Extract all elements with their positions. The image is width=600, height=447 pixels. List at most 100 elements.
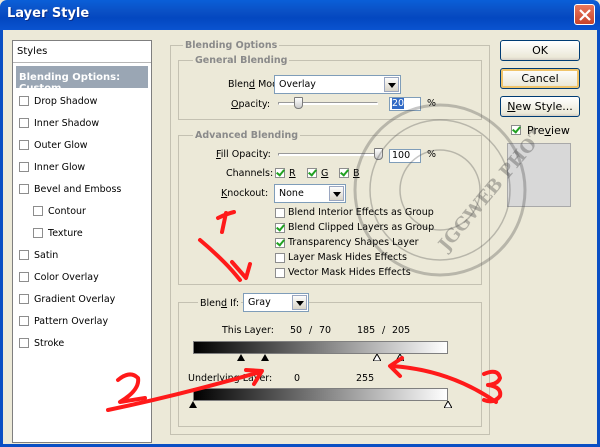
preview-label: Preview: [527, 124, 570, 137]
preview-swatch: [507, 143, 571, 207]
chevron-down-icon[interactable]: [329, 186, 344, 201]
fill-opacity-slider-track[interactable]: [278, 153, 378, 156]
style-checkbox[interactable]: [19, 294, 29, 304]
underlying-black-value: 0: [294, 373, 301, 384]
underlying-black-handle[interactable]: [189, 401, 197, 408]
blend-mode-select[interactable]: Overlay: [274, 75, 401, 94]
style-checkbox[interactable]: [19, 118, 29, 128]
style-item-label: Stroke: [34, 337, 65, 349]
this-layer-white-high: 205: [392, 325, 411, 336]
this-layer-label: This Layer:: [222, 325, 274, 336]
style-item[interactable]: Stroke: [19, 332, 64, 354]
style-checkbox[interactable]: [19, 162, 29, 172]
chevron-down-icon[interactable]: [384, 77, 399, 92]
channel-label: G: [321, 168, 329, 179]
blend-mode-value: Overlay: [279, 79, 316, 90]
opacity-input[interactable]: 20: [389, 97, 421, 111]
style-item[interactable]: Contour: [33, 200, 86, 222]
channel-checkbox[interactable]: [275, 168, 285, 178]
advanced-option-label: Vector Mask Hides Effects: [288, 267, 411, 278]
fill-opacity-label: Fill Opacity:: [216, 149, 271, 160]
this-layer-black-high-handle[interactable]: [261, 354, 269, 361]
underlying-layer-label: Underlying Layer:: [188, 373, 273, 384]
blend-if-label: Blend If:: [198, 298, 242, 309]
channel-checkbox[interactable]: [339, 168, 349, 178]
general-blending-title: General Blending: [193, 55, 290, 66]
style-checkbox[interactable]: [19, 96, 29, 106]
this-layer-white-low-handle[interactable]: [373, 354, 381, 361]
style-item[interactable]: Texture: [33, 222, 83, 244]
this-layer-black-low-handle[interactable]: [237, 354, 245, 361]
style-item[interactable]: Inner Glow: [19, 156, 85, 178]
this-layer-black-low: 50: [290, 325, 303, 336]
underlying-white-handle[interactable]: [444, 401, 452, 408]
styles-item-blending-options[interactable]: Blending Options: Custom: [15, 65, 149, 94]
channel-label: R: [289, 168, 296, 179]
advanced-option-checkbox[interactable]: [275, 253, 285, 263]
underlying-gradient: [193, 388, 448, 401]
style-checkbox[interactable]: [19, 250, 29, 260]
this-layer-white-high-handle[interactable]: [396, 354, 404, 361]
cancel-button[interactable]: Cancel: [500, 68, 580, 89]
opacity-slider-track[interactable]: [278, 102, 378, 105]
this-layer-white-low: 185: [357, 325, 376, 336]
style-item-label: Inner Shadow: [34, 117, 100, 129]
style-checkbox[interactable]: [33, 206, 43, 216]
title-bar: Layer Style: [0, 0, 600, 30]
style-checkbox[interactable]: [19, 140, 29, 150]
fill-opacity-value: 100: [392, 150, 411, 161]
advanced-option-label: Transparency Shapes Layer: [288, 237, 419, 248]
close-icon: [579, 9, 591, 21]
preview-checkbox[interactable]: [511, 125, 521, 135]
style-item-label: Bevel and Emboss: [34, 183, 122, 195]
advanced-option-checkbox[interactable]: [275, 223, 285, 233]
channel-checkbox[interactable]: [307, 168, 317, 178]
advanced-option-checkbox[interactable]: [275, 268, 285, 278]
style-item[interactable]: Inner Shadow: [19, 112, 99, 134]
advanced-option-label: Layer Mask Hides Effects: [288, 252, 407, 263]
style-item-label: Color Overlay: [34, 271, 99, 283]
channels-label: Channels:: [226, 168, 274, 179]
opacity-unit: %: [427, 98, 437, 109]
blend-if-select[interactable]: Gray: [243, 293, 309, 312]
advanced-option-checkbox[interactable]: [275, 208, 285, 218]
style-checkbox[interactable]: [19, 272, 29, 282]
style-item[interactable]: Pattern Overlay: [19, 310, 108, 332]
chevron-down-icon[interactable]: [292, 295, 307, 310]
this-layer-slash: /: [382, 325, 386, 336]
style-checkbox[interactable]: [33, 228, 43, 238]
underlying-white-value: 255: [356, 373, 375, 384]
knockout-label: Knockout:: [221, 188, 269, 199]
blending-options-title: Blending Options: [183, 40, 280, 51]
opacity-label: Opacity:: [231, 99, 271, 110]
ok-button[interactable]: OK: [500, 40, 580, 61]
style-checkbox[interactable]: [19, 338, 29, 348]
style-item[interactable]: Bevel and Emboss: [19, 178, 121, 200]
fill-opacity-slider-thumb[interactable]: [374, 148, 383, 160]
style-item[interactable]: Drop Shadow: [19, 90, 97, 112]
this-layer-black-high: 70: [319, 325, 332, 336]
style-item-label: Texture: [48, 227, 83, 239]
style-item[interactable]: Gradient Overlay: [19, 288, 115, 310]
style-item[interactable]: Satin: [19, 244, 58, 266]
fill-opacity-input[interactable]: 100: [389, 149, 421, 163]
style-item-label: Contour: [48, 205, 86, 217]
blend-if-value: Gray: [248, 297, 271, 308]
knockout-select[interactable]: None: [274, 184, 346, 203]
close-button[interactable]: [574, 4, 595, 25]
advanced-option-label: Blend Interior Effects as Group: [288, 207, 434, 218]
styles-header[interactable]: Styles: [13, 41, 151, 63]
style-item-label: Gradient Overlay: [34, 293, 116, 305]
style-checkbox[interactable]: [19, 316, 29, 326]
new-style-button[interactable]: New Style...: [500, 96, 580, 117]
knockout-value: None: [279, 188, 304, 199]
opacity-slider-thumb[interactable]: [294, 97, 303, 109]
style-item-label: Inner Glow: [34, 161, 86, 173]
advanced-option-checkbox[interactable]: [275, 238, 285, 248]
channel-label: B: [353, 168, 360, 179]
style-item[interactable]: Outer Glow: [19, 134, 88, 156]
advanced-option-label: Blend Clipped Layers as Group: [288, 222, 435, 233]
style-checkbox[interactable]: [19, 184, 29, 194]
style-item[interactable]: Color Overlay: [19, 266, 99, 288]
styles-list: Styles Blending Options: Custom Drop Sha…: [12, 40, 152, 443]
